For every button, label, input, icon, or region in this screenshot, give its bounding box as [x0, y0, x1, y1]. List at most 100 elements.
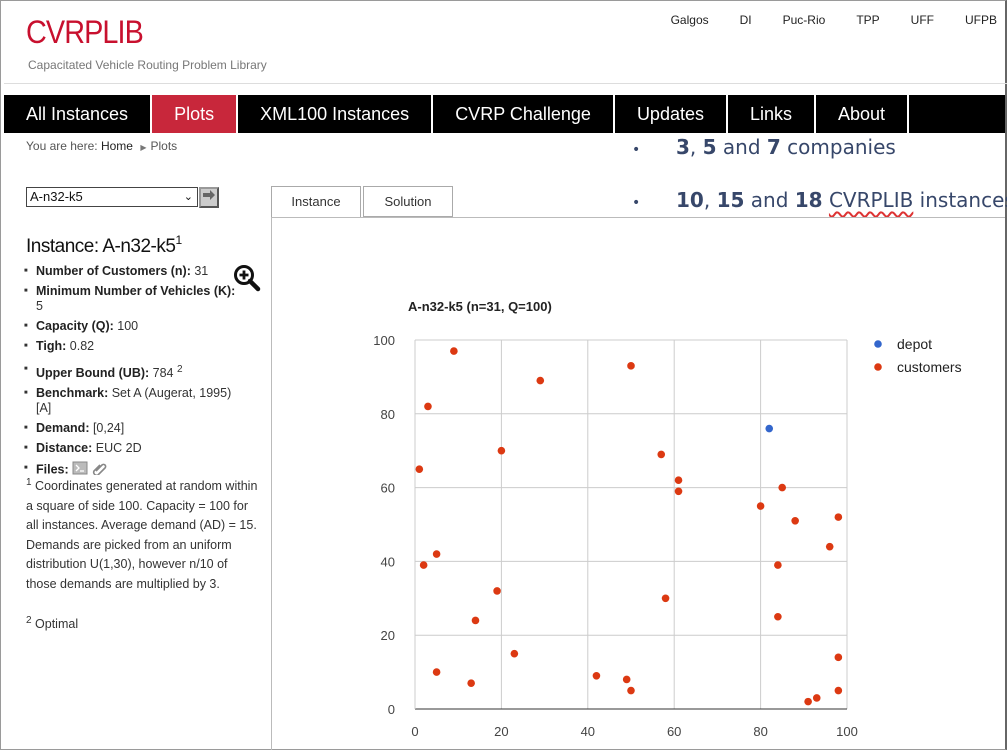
customers-point: [622, 675, 631, 684]
prop-tigh: Tigh: 0.82: [24, 339, 239, 354]
overlay-text: companies: [780, 135, 896, 159]
main-nav: All Instances Plots XML100 Instances CVR…: [4, 95, 1005, 133]
prop-customers: Number of Customers (n): 31: [24, 264, 239, 279]
customers-point: [674, 476, 683, 485]
y-tick-label: 0: [388, 702, 395, 717]
depot-point: [765, 424, 774, 433]
prop-distance: Distance: EUC 2D: [24, 441, 239, 456]
instance-title-footnote[interactable]: 1: [175, 233, 182, 247]
prop-value: EUC 2D: [92, 441, 142, 456]
customers-point: [804, 697, 812, 706]
site-tagline: Capacitated Vehicle Routing Problem Libr…: [28, 58, 267, 72]
legend-marker-depot: [874, 340, 882, 348]
top-link-puc-rio[interactable]: Puc-Rio: [783, 13, 826, 27]
go-button[interactable]: [199, 187, 219, 208]
instance-select-value: A-n32-k5: [30, 189, 83, 204]
customers-point: [834, 686, 843, 695]
chevron-down-icon: ⌄: [183, 191, 193, 203]
scatter-chart: A-n32-k5 (n=31, Q=100) 0 20 40 60 80 100 0 20 40 6…: [373, 299, 962, 739]
bullet-icon: •: [632, 195, 641, 211]
footnote-1: 1 Coordinates generated at random within…: [26, 473, 258, 594]
customers-point: [450, 347, 458, 355]
customers-point: [493, 587, 501, 595]
prop-min-vehicles: Minimum Number of Vehicles (K): 5: [24, 284, 239, 314]
y-tick-label: 100: [373, 333, 395, 348]
instance-select[interactable]: A-n32-k5 ⌄: [26, 187, 198, 207]
instance-properties: Number of Customers (n): 31 Minimum Numb…: [24, 264, 239, 484]
instance-title: Instance: A-n32-k51: [26, 233, 182, 258]
prop-label: Number of Customers (n):: [36, 264, 191, 278]
customers-point: [825, 542, 834, 551]
x-tick-label: 20: [494, 724, 508, 739]
prop-label: Upper Bound (UB):: [36, 366, 150, 381]
top-link-ufpb[interactable]: UFPB: [965, 13, 997, 27]
overlay-number: 18: [794, 188, 823, 212]
customers-point: [467, 679, 475, 687]
legend-label-customers: customers: [897, 359, 962, 375]
x-tick-label: 60: [667, 724, 681, 739]
overlay-text: and: [716, 135, 767, 159]
view-tabs: Instance Solution: [271, 186, 455, 217]
top-links: Galgos DI Puc-Rio TPP UFF UFPB: [640, 13, 997, 27]
overlay-number: 15: [716, 188, 745, 212]
prop-value: [0,24]: [89, 421, 125, 436]
overlay-text: ,: [703, 188, 717, 212]
overlay-number: 5: [702, 135, 717, 159]
bullet-icon: •: [632, 142, 641, 158]
customers-point: [432, 550, 441, 558]
tab-solution[interactable]: Solution: [363, 186, 453, 217]
site-logo[interactable]: CVRPLIB: [26, 14, 144, 51]
customers-point: [812, 694, 821, 702]
nav-plots[interactable]: Plots: [152, 95, 239, 133]
prop-label: Tigh:: [36, 339, 67, 353]
overlay-number: 10: [676, 188, 704, 212]
overlay-bullet-companies: • 3, 5 and 7 companies: [632, 135, 896, 159]
x-tick-label: 80: [753, 724, 767, 739]
customers-point: [510, 649, 519, 658]
customers-point: [834, 653, 843, 662]
prop-footnote[interactable]: 2: [177, 364, 183, 375]
nav-xml100-instances[interactable]: XML100 Instances: [238, 95, 434, 133]
prop-label: Distance:: [36, 441, 93, 456]
overlay-text: instances: [913, 188, 1007, 212]
prop-demand: Demand: [0,24]: [24, 421, 239, 436]
prop-capacity: Capacity (Q): 100: [24, 319, 239, 334]
prop-label: Minimum Number of Vehicles (K):: [36, 284, 236, 298]
top-link-tpp[interactable]: TPP: [856, 13, 879, 27]
customers-point: [674, 487, 683, 496]
customers-point: [627, 362, 635, 370]
top-link-uff[interactable]: UFF: [911, 13, 934, 27]
customers-point: [419, 561, 428, 569]
prop-value: 100: [113, 319, 139, 333]
overlay-text: CVRPLIB: [828, 188, 914, 212]
y-tick-label: 40: [381, 554, 395, 569]
customers-point: [432, 668, 441, 676]
header-divider: [4, 83, 1007, 84]
breadcrumb-current: Plots: [150, 139, 178, 153]
customers-point: [497, 446, 506, 455]
y-tick-label: 80: [381, 407, 395, 422]
x-tick-label: 0: [411, 724, 418, 739]
nav-updates[interactable]: Updates: [615, 95, 728, 133]
prop-label: Capacity (Q):: [36, 319, 114, 333]
footnote-2: 2 Optimal: [26, 615, 78, 631]
overlay-text: ,: [689, 135, 703, 159]
y-tick-label: 20: [381, 628, 395, 643]
nav-links[interactable]: Links: [728, 95, 817, 133]
customers-point: [756, 502, 765, 510]
nav-all-instances[interactable]: All Instances: [4, 95, 153, 133]
nav-cvrp-challenge[interactable]: CVRP Challenge: [433, 95, 615, 133]
y-tick-label: 60: [381, 481, 395, 496]
customers-point: [774, 612, 782, 621]
overlay-number: 3: [676, 135, 690, 159]
breadcrumb-prefix: You are here:: [26, 139, 98, 153]
prop-upper-bound: Upper Bound (UB): 784 2: [24, 362, 239, 381]
footnote-text: Coordinates generated at random within a…: [26, 479, 258, 591]
top-link-di[interactable]: DI: [740, 13, 752, 27]
nav-about[interactable]: About: [816, 95, 910, 133]
top-link-galgos[interactable]: Galgos: [671, 13, 709, 27]
tab-instance[interactable]: Instance: [271, 186, 361, 217]
breadcrumb-home[interactable]: Home: [101, 139, 133, 153]
breadcrumb-arrow-icon: ▶: [140, 143, 147, 152]
prop-value: 31: [190, 264, 209, 278]
